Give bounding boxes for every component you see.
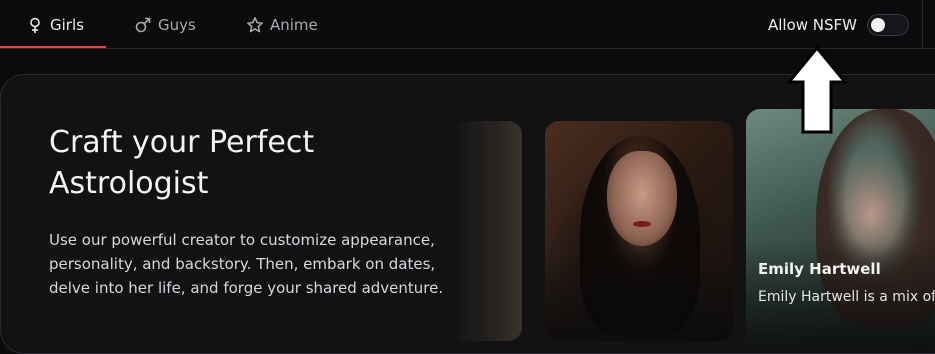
up-arrow-icon (785, 45, 849, 134)
tab-girls-label: Girls (50, 15, 84, 34)
hero-description: Use our powerful creator to customize ap… (49, 231, 444, 297)
character-description: Emily Hartwell is a mix of (758, 289, 935, 305)
star-icon (246, 16, 264, 34)
toggle-knob (871, 17, 886, 32)
tab-guys[interactable]: Guys (134, 0, 196, 49)
active-tab-indicator (0, 46, 106, 48)
character-card-emily[interactable] (746, 109, 935, 349)
top-nav: Girls Guys Anime Allow NSFW (0, 0, 935, 49)
nsfw-setting: Allow NSFW (768, 0, 910, 49)
nav-divider (922, 0, 923, 49)
character-portrait-face (607, 151, 677, 246)
character-name: Emily Hartwell (758, 260, 881, 278)
character-card[interactable] (545, 121, 733, 341)
tab-girls[interactable]: Girls (26, 0, 84, 49)
card-gradient (545, 251, 733, 341)
tab-guys-label: Guys (158, 15, 196, 34)
tab-anime[interactable]: Anime (246, 0, 318, 49)
hero-title: Craft your Perfect Astrologist (49, 125, 315, 201)
female-symbol-icon (26, 16, 44, 34)
male-symbol-icon (134, 16, 152, 34)
nsfw-toggle[interactable] (867, 13, 910, 36)
character-card-partial[interactable] (452, 121, 522, 341)
character-portrait-lips (633, 221, 651, 227)
tab-anime-label: Anime (270, 15, 318, 34)
nsfw-label: Allow NSFW (768, 15, 858, 34)
